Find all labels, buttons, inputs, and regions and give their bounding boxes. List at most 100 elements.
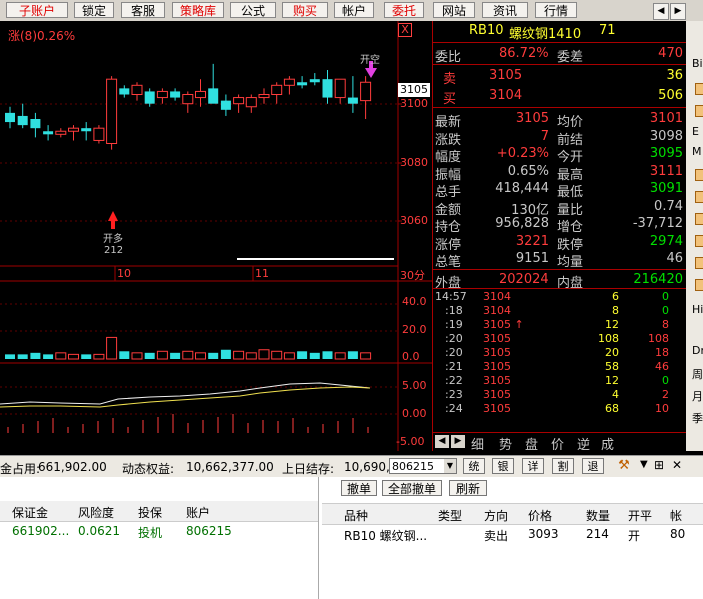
col-account-short[interactable]: 帐 — [670, 507, 682, 524]
volume-bar — [156, 350, 168, 360]
tab-trades[interactable]: 成 — [601, 434, 614, 453]
kline-chart-area[interactable]: 涨(8)0.26% 3100 3080 3060 3105 X 40.0 20.… — [0, 21, 432, 451]
col-risk[interactable]: 风险度 — [78, 504, 114, 521]
stats-button[interactable]: 统 — [463, 458, 485, 474]
tools-icon[interactable]: ⚒ — [616, 458, 632, 474]
tick-price: 3105 — [483, 360, 511, 373]
table-row[interactable]: RB10 螺纹钢... 卖出 3093 214 开 80 — [322, 525, 703, 543]
side-chart-icon[interactable] — [695, 105, 703, 117]
refresh-button[interactable]: 刷新 — [449, 480, 487, 496]
pin-icon[interactable]: ⊞ — [654, 458, 664, 472]
side-label-week[interactable]: 周 — [692, 366, 703, 382]
sell-row[interactable]: 卖 3105 36 — [433, 68, 687, 87]
toolbar-market-button[interactable]: 行情 — [535, 2, 577, 18]
side-chart-icon[interactable] — [695, 235, 703, 247]
candle-body — [322, 79, 333, 98]
candle-body — [283, 78, 295, 86]
detail-button[interactable]: 详 — [522, 458, 544, 474]
tab-price[interactable]: 价 — [551, 434, 564, 453]
col-symbol[interactable]: 品种 — [344, 507, 368, 524]
cut-button[interactable]: 割 — [552, 458, 574, 474]
col-account[interactable]: 账户 — [186, 504, 210, 521]
side-chart-icon[interactable] — [695, 213, 703, 225]
side-label-month[interactable]: 月 — [692, 388, 703, 404]
dropdown-arrow-icon[interactable]: ▼ — [640, 459, 648, 470]
side-label-hi[interactable]: Hi — [692, 303, 703, 316]
toolbar-news-button[interactable]: 资讯 — [482, 2, 528, 18]
stat-value: 3091 — [649, 181, 683, 196]
tick-price: 3105 ↑ — [483, 318, 524, 331]
top-toolbar: 子账户 锁定 客服 策略库 公式 购买 帐户 委托 网站 资讯 行情 ◀ ▶ — [0, 0, 703, 22]
tab-next-icon[interactable]: ▶ — [451, 435, 465, 448]
col-margin[interactable]: 保证金 — [12, 504, 48, 521]
sell-label: 卖 — [443, 72, 457, 87]
cancel-all-button[interactable]: 全部撤单 — [382, 480, 442, 496]
toolbar-purchase-button[interactable]: 购买 — [282, 2, 328, 18]
tick-volume: 8 — [612, 304, 619, 317]
table-row[interactable]: 661902... 0.0621 投机 806215 — [0, 522, 318, 540]
col-type[interactable]: 类型 — [438, 507, 462, 524]
buy-row[interactable]: 买 3104 506 — [433, 88, 687, 107]
weibi-value: 86.72% — [499, 46, 549, 61]
side-chart-icon[interactable] — [695, 279, 703, 291]
close-icon[interactable]: ✕ — [672, 458, 682, 472]
hedge-value: 投机 — [138, 526, 163, 540]
side-chart-icon[interactable] — [695, 169, 703, 181]
account-select[interactable]: 806215 ▼ — [389, 458, 457, 474]
side-label-quarter[interactable]: 季 — [692, 410, 703, 426]
side-label-dr[interactable]: Dr — [692, 344, 703, 357]
toolbar-website-button[interactable]: 网站 — [433, 2, 475, 18]
toolbar-formula-button[interactable]: 公式 — [230, 2, 276, 18]
toolbar-sub-account-button[interactable]: 子账户 — [6, 2, 68, 18]
tab-trend[interactable]: 势 — [499, 434, 512, 453]
side-chart-icon[interactable] — [695, 257, 703, 269]
buy-volume: 506 — [658, 88, 683, 103]
price-tick-3100: 3100 — [400, 97, 428, 110]
stat-label: 最新 — [435, 115, 462, 130]
volume-bar — [93, 353, 105, 360]
tab-detail[interactable]: 细 — [471, 434, 484, 453]
col-price[interactable]: 价格 — [528, 507, 552, 524]
side-chart-icon[interactable] — [695, 191, 703, 203]
toolbar-strategy-button[interactable]: 策略库 — [172, 2, 224, 18]
weibi-label: 委比 — [435, 50, 462, 65]
toolbar-account-button[interactable]: 帐户 — [334, 2, 374, 18]
col-open-close[interactable]: 开平 — [628, 507, 652, 524]
side-label-bi[interactable]: Bi — [692, 57, 703, 70]
period-label[interactable]: 30分 — [400, 267, 425, 283]
col-hedge[interactable]: 投保 — [138, 504, 162, 521]
side-chart-icon[interactable] — [695, 83, 703, 95]
chevron-down-icon[interactable]: ▼ — [444, 459, 456, 473]
stat-row: 总笔 9151 均量 46 — [433, 251, 687, 270]
sell-price[interactable]: 3105 — [489, 68, 522, 83]
volume-bar — [5, 354, 15, 359]
quote-header: RB10 螺纹钢1410 71 — [433, 23, 687, 42]
toolbar-service-button[interactable]: 客服 — [121, 2, 165, 18]
stat-label: 均价 — [557, 115, 584, 130]
bank-button[interactable]: 银 — [492, 458, 514, 474]
col-quantity[interactable]: 数量 — [586, 507, 610, 524]
chart-close-icon[interactable]: X — [398, 23, 412, 37]
stat-row: 金额 130亿 量比 0.74 — [433, 199, 687, 218]
candle-body — [208, 88, 219, 104]
buy-price[interactable]: 3104 — [489, 88, 522, 103]
volume-bar — [220, 349, 231, 359]
side-label-m[interactable]: M — [692, 145, 702, 158]
nav-right-icon[interactable]: ▶ — [670, 3, 686, 20]
candle-body — [245, 97, 257, 108]
tab-reverse[interactable]: 逆 — [577, 434, 590, 453]
col-direction[interactable]: 方向 — [484, 507, 508, 524]
volume-bar — [144, 352, 155, 359]
side-label-e[interactable]: E — [692, 125, 699, 138]
tab-prev-icon[interactable]: ◀ — [435, 435, 449, 448]
exit-button[interactable]: 退 — [582, 458, 604, 474]
candle-body — [347, 97, 358, 104]
cancel-order-button[interactable]: 撤单 — [341, 480, 377, 496]
toolbar-order-button[interactable]: 委托 — [384, 2, 424, 18]
stat-value: 2974 — [649, 233, 683, 249]
tick-volume: 108 — [598, 332, 619, 345]
nav-left-icon[interactable]: ◀ — [653, 3, 669, 20]
toolbar-lock-button[interactable]: 锁定 — [74, 2, 114, 18]
tab-book[interactable]: 盘 — [525, 434, 538, 453]
stat-value: 3101 — [649, 111, 683, 126]
